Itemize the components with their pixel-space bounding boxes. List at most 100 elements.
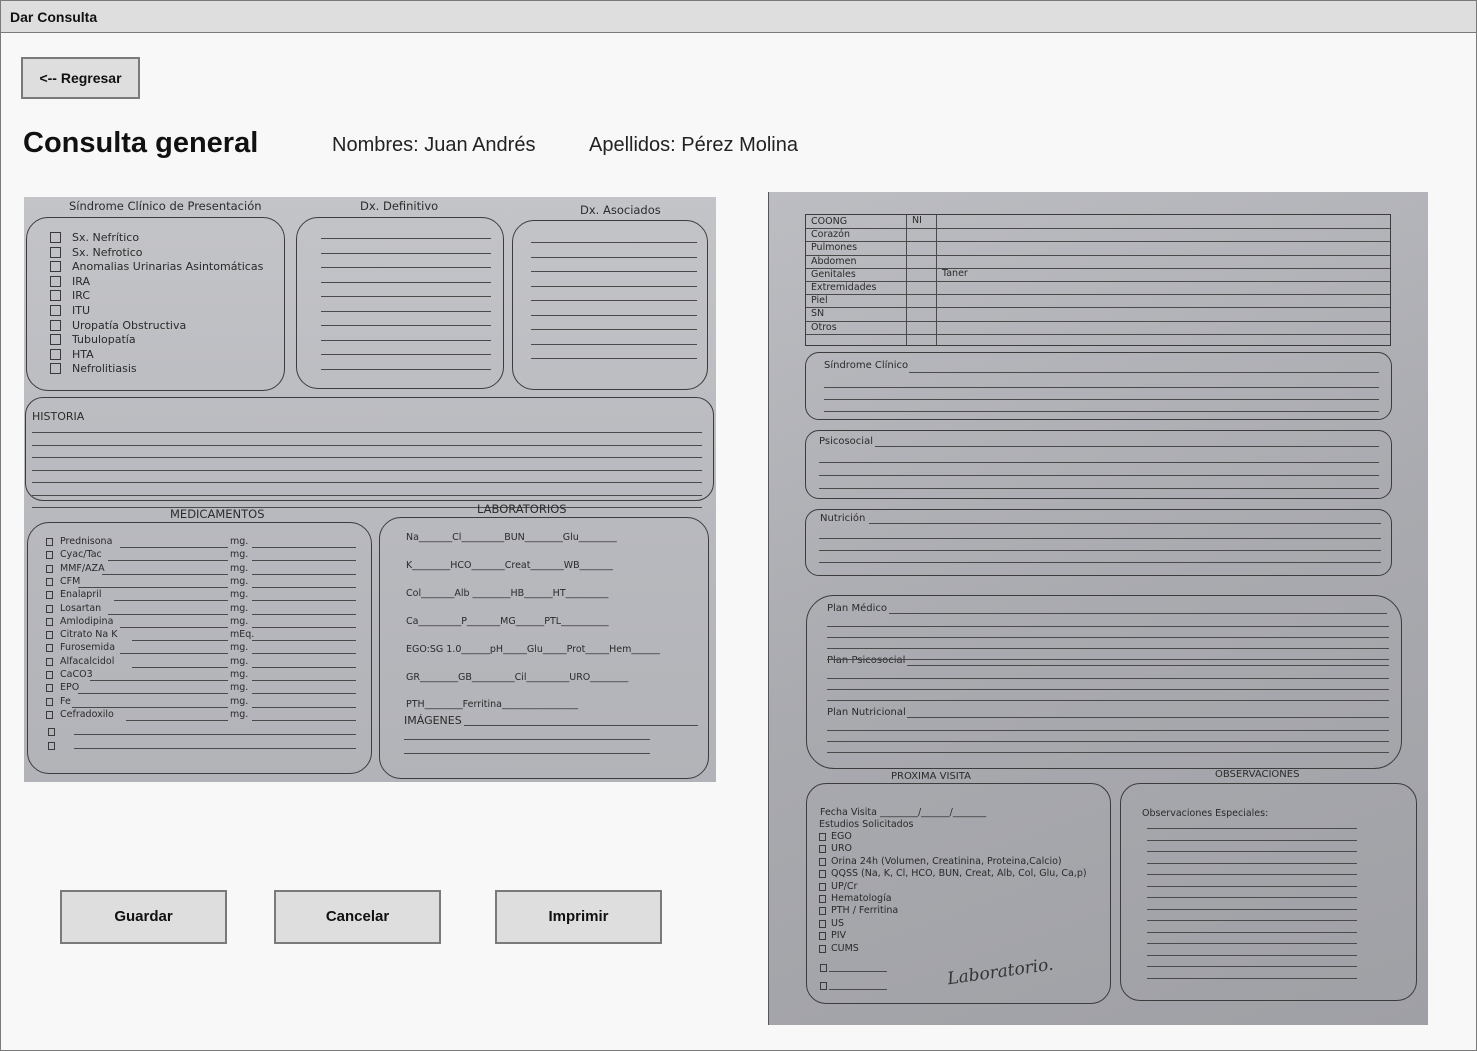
grid-row-line [806,307,1390,309]
dx-asociados-line [531,256,697,258]
medicamento-line [74,748,356,749]
syndrome-item: Uropatía Obstructiva [72,318,187,332]
dx-definitivo-line [321,368,491,370]
exam-row-label: SN [811,308,825,320]
plan-medico-label: Plan Médico [827,603,887,614]
medicamento-line [78,586,228,588]
medicamento-line [252,613,356,615]
medicamento-line [252,653,356,655]
form-line [819,475,1379,476]
form-line [819,462,1379,463]
medicamento-line [126,719,228,721]
dx-definitivo-panel [296,217,504,389]
imagenes-line [404,739,650,740]
dx-definitivo-line [321,325,491,326]
lab-row: EGO:SG 1.0______pH_____Glu_____Prot_____… [406,644,660,655]
checkbox-icon [46,710,53,719]
dx-asociados-line [531,343,697,345]
grid-column-line [906,215,907,345]
medicamento-line [252,719,356,721]
historia-line [32,432,702,433]
estudio-item: UP/Cr [831,880,858,892]
form-line [824,411,1379,412]
medicamento-name: Prednisona [60,536,113,547]
form-line [827,626,1389,627]
lab-row: Na_______Cl_________BUN________Glu______… [406,532,617,543]
medicamento-line [252,560,356,562]
medicamento-line [120,547,228,548]
checkbox-icon [46,657,53,666]
checkbox-icon [50,261,61,273]
syndrome-title: Síndrome Clínico de Presentación [69,199,262,213]
medicamento-unit: mg. [230,562,249,574]
estudio-item: Hematología [831,893,892,904]
historia-line [32,482,702,483]
nutricion-label: Nutrición [820,513,866,524]
back-button[interactable]: <-- Regresar [21,57,140,99]
consultation-form-page-1: Síndrome Clínico de Presentación Sx. Nef… [24,197,716,782]
estudio-item: Orina 24h (Volumen, Creatinina, Proteina… [831,855,1062,867]
checkbox-icon [46,617,53,626]
checkbox-icon [50,334,61,346]
medicamento-name: MMF/AZA [60,562,105,574]
exam-row-label: Extremidades [811,282,877,293]
form-line [827,659,1389,660]
medicamento-line [252,626,356,628]
checkbox-icon [46,577,53,586]
medicamento-name: Losartan [60,602,102,614]
medicamento-line [252,706,356,708]
dx-definitivo-line [321,296,491,297]
medicamento-unit: mg. [230,642,249,654]
window-title: Dar Consulta [1,1,1476,33]
checkbox-icon [819,919,826,928]
checkbox-icon [819,857,826,866]
medicamento-unit: mEq. [230,629,255,641]
medicamento-unit: mg. [230,602,249,614]
estudios-label: Estudios Solicitados [819,819,914,830]
estudio-extra-line [829,971,887,972]
medicamento-line [108,560,228,562]
obs-especiales-label: Observaciones Especiales: [1142,808,1269,819]
save-button[interactable]: Guardar [60,890,227,944]
dx-definitivo-line [321,281,491,283]
estudio-item: QQSS (Na, K, Cl, HCO, BUN, Creat, Alb, C… [831,868,1087,880]
dx-definitivo-line [321,339,491,341]
dx-asociados-line [531,285,697,287]
estudio-item: US [831,917,844,929]
historia-panel [25,397,714,501]
medicamento-line [120,626,228,628]
lab-row: Col_______Alb ________HB______HT________… [406,588,609,599]
medicamento-line [252,586,356,588]
lab-row: PTH________Ferritina________________ [406,699,578,710]
page-title: Consulta general [23,127,259,159]
form-line [869,523,1381,524]
exam-row-label: Abdomen [811,255,857,267]
medicamento-name: Fe [60,695,71,707]
checkbox-icon [46,684,53,693]
form-line [819,562,1381,563]
medicamento-unit: mg. [230,669,249,680]
syndrome-item: IRC [72,289,91,303]
estudio-item: PTH / Ferritina [831,905,899,917]
cancel-button[interactable]: Cancelar [274,890,441,944]
checkbox-icon [46,631,53,640]
estudio-item: CUMS [831,942,859,954]
checkbox-icon [819,895,826,903]
medicamento-name: Enalapril [60,589,102,601]
sindrome-clinico-label: Síndrome Clínico [824,360,909,371]
medicamento-name: EPO [60,682,80,694]
medicamento-line [252,573,356,575]
medicamento-line [102,573,228,575]
syndrome-item: Tubulopatía [72,333,136,347]
form-line [909,372,1379,373]
lab-row: Ca_________P_______MG______PTL__________ [406,616,609,627]
checkbox-icon [820,964,827,972]
print-button[interactable]: Imprimir [495,890,662,944]
estudio-item: PIV [831,930,847,942]
medicamento-line [108,613,228,615]
medicamento-name: CaCO3 [60,669,93,680]
syndrome-item: Sx. Nefrotico [72,245,143,259]
historia-line [32,469,702,471]
checkbox-icon [46,591,53,600]
medicamento-line [252,547,356,548]
